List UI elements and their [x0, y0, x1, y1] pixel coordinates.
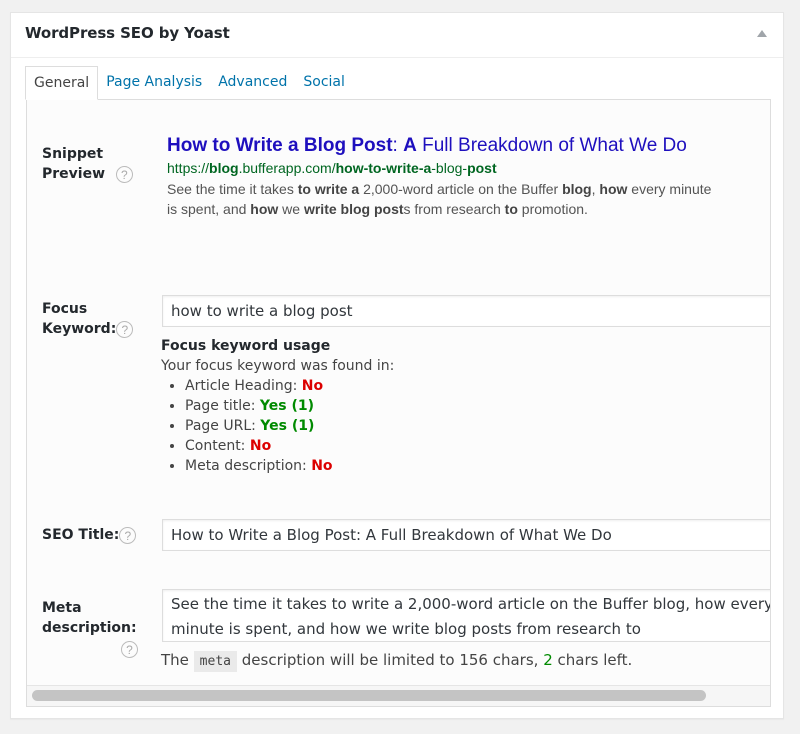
snippet-desc-part: every minute [627, 181, 712, 197]
seo-title-input[interactable]: How to Write a Blog Post: A Full Breakdo… [162, 519, 770, 551]
snippet-url: https://blog.bufferapp.com/how-to-write-… [167, 158, 711, 178]
snippet-desc-part: to [504, 201, 518, 217]
tab-page-analysis[interactable]: Page Analysis [98, 66, 210, 99]
usage-item: Content: No [185, 436, 394, 456]
snippet-title-part: A [403, 135, 417, 156]
usage-item-result: No [301, 378, 324, 394]
general-tab-panel: Snippet Preview ? How to Write a Blog Po… [26, 99, 771, 707]
snippet-desc-part: write blog post [303, 201, 404, 217]
chars-left-count: 2 [543, 651, 553, 669]
metabox-title: WordPress SEO by Yoast [25, 24, 230, 42]
meta-description-textarea[interactable]: See the time it takes to write a 2,000-w… [162, 589, 770, 642]
tab-advanced[interactable]: Advanced [210, 66, 295, 99]
snippet-url-part: how-to-write-a [335, 160, 432, 176]
usage-item-result: Yes (1) [260, 418, 315, 434]
usage-item-label: Article Heading: [185, 378, 302, 394]
snippet-desc-part: to write a [297, 181, 360, 197]
snippet-title-part: : [392, 135, 404, 156]
usage-item-label: Meta description: [185, 458, 312, 474]
focus-keyword-usage: Focus keyword usage Your focus keyword w… [161, 336, 394, 476]
snippet-preview-label: Snippet Preview ? [42, 144, 133, 184]
meta-description-label: Meta description: ? [42, 600, 138, 658]
help-icon[interactable]: ? [115, 165, 133, 183]
usage-item: Article Heading: No [185, 376, 394, 396]
snippet-url-part: https:// [167, 160, 210, 176]
seo-title-label: SEO Title:? [42, 525, 137, 545]
tab-general[interactable]: General [25, 66, 99, 100]
snippet-desc-part: we [278, 201, 304, 217]
snippet-url-part: .bufferapp.com/ [238, 160, 336, 176]
snippet-desc-part: is spent, and [167, 201, 251, 217]
snippet-description-line2: is spent, and how we write blog posts fr… [167, 198, 711, 220]
snippet-url-part: blog [209, 160, 239, 176]
usage-item-result: No [249, 438, 272, 454]
snippet-url-part: -blog- [431, 160, 468, 176]
snippet-desc-part: how [599, 181, 628, 197]
meta-description-limit-note: The meta description will be limited to … [161, 648, 632, 674]
snippet-desc-part: s from research [403, 201, 505, 217]
meta-code-tag: meta [193, 651, 237, 672]
snippet-title-part: How to Write a Blog Post [167, 135, 393, 156]
snippet-preview: How to Write a Blog Post: A Full Breakdo… [167, 134, 711, 220]
snippet-desc-part: 2,000-word article on the Buffer [359, 181, 563, 197]
usage-item-result: Yes (1) [259, 398, 314, 414]
snippet-url-part: post [467, 160, 497, 176]
metabox-header: WordPress SEO by Yoast [11, 13, 783, 58]
usage-intro: Your focus keyword was found in: [161, 358, 395, 374]
usage-item-label: Page title: [185, 398, 260, 414]
focus-keyword-input[interactable]: how to write a blog post [162, 295, 770, 327]
help-icon[interactable]: ? [116, 320, 134, 338]
usage-list: Article Heading: NoPage title: Yes (1)Pa… [161, 376, 394, 476]
horizontal-scrollbar[interactable] [27, 685, 770, 706]
usage-item: Page title: Yes (1) [185, 396, 394, 416]
snippet-title[interactable]: How to Write a Blog Post: A Full Breakdo… [167, 134, 711, 158]
usage-item-label: Content: [185, 438, 250, 454]
snippet-desc-part: blog [562, 181, 592, 197]
focus-keyword-label: Focus Keyword:? [42, 299, 134, 339]
usage-item-result: No [311, 458, 333, 474]
yoast-seo-metabox: WordPress SEO by Yoast General Page Anal… [10, 12, 784, 719]
tab-social[interactable]: Social [295, 66, 353, 99]
triangle-up-icon[interactable] [757, 30, 767, 37]
snippet-desc-part: promotion. [517, 201, 588, 217]
tab-bar: General Page Analysis Advanced Social [25, 66, 353, 100]
scrollbar-thumb[interactable] [32, 690, 706, 701]
usage-item-label: Page URL: [185, 418, 261, 434]
usage-item: Meta description: No [185, 456, 394, 476]
snippet-desc-part: See the time it takes [167, 181, 298, 197]
usage-heading: Focus keyword usage [161, 338, 331, 354]
snippet-description-line1: See the time it takes to write a 2,000-w… [167, 178, 711, 200]
usage-item: Page URL: Yes (1) [185, 416, 394, 436]
snippet-desc-part: how [250, 201, 279, 217]
help-icon[interactable]: ? [119, 526, 137, 544]
panel-viewport: Snippet Preview ? How to Write a Blog Po… [27, 100, 770, 686]
snippet-title-part: Full Breakdown of What We Do [416, 135, 687, 156]
help-icon[interactable]: ? [121, 640, 138, 658]
